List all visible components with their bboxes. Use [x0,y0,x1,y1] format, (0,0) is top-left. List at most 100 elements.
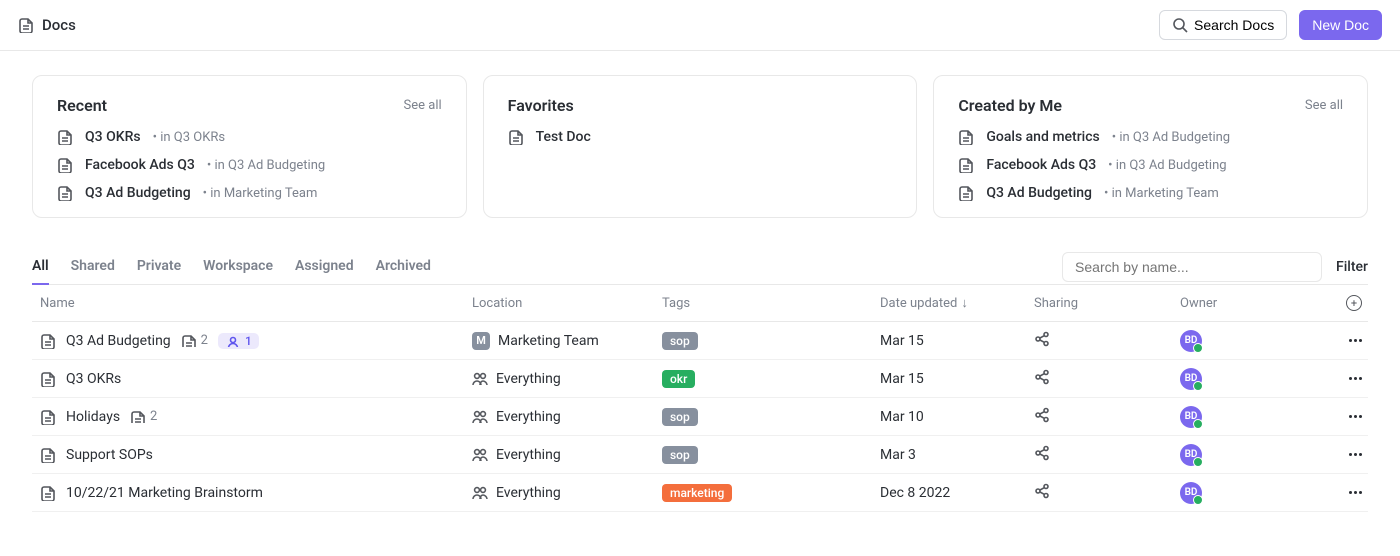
filter-button[interactable]: Filter [1336,259,1368,275]
add-column-button[interactable]: + [1346,295,1362,311]
doc-icon [40,485,56,501]
doc-name: Q3 Ad Budgeting [986,185,1092,201]
col-owner[interactable]: Owner [1180,296,1320,311]
col-sharing[interactable]: Sharing [1034,296,1180,311]
row-owner[interactable]: BD [1180,406,1320,428]
table-row[interactable]: Q3 Ad Budgeting21MMarketing TeamsopMar 1… [32,322,1368,360]
doc-item[interactable]: Q3 Ad Budgeting• in Marketing Team [57,185,442,201]
row-more-button[interactable] [1349,453,1362,456]
col-tags[interactable]: Tags [662,296,880,311]
doc-item[interactable]: Goals and metrics• in Q3 Ad Budgeting [958,129,1343,145]
tab-archived[interactable]: Archived [376,250,431,284]
doc-icon [57,129,73,145]
doc-name: Facebook Ads Q3 [85,157,195,173]
people-icon [472,409,488,425]
tab-shared[interactable]: Shared [71,250,115,284]
row-location[interactable]: Everything [472,485,662,501]
row-name: Q3 Ad Budgeting [66,333,171,349]
row-sharing[interactable] [1034,483,1180,503]
new-doc-label: New Doc [1312,17,1369,33]
doc-sub: • in Marketing Team [1104,186,1219,201]
row-more-button[interactable] [1349,339,1362,342]
avatar: BD [1180,482,1202,504]
row-owner[interactable]: BD [1180,444,1320,466]
doc-icon [40,371,56,387]
sort-desc-icon: ↓ [961,296,968,311]
col-date-updated[interactable]: Date updated↓ [880,295,1034,311]
row-owner[interactable]: BD [1180,330,1320,352]
doc-item[interactable]: Q3 Ad Budgeting • in Marketing Team [958,185,1343,201]
tag-chip[interactable]: marketing [662,484,732,502]
table-row[interactable]: Support SOPs Everythingsop Mar 3 BD [32,436,1368,474]
doc-item[interactable]: Test Doc [508,129,893,145]
favorites-card: Favorites Test Doc [483,75,918,218]
person-icon [225,335,241,347]
share-icon [1034,445,1050,461]
row-name: Support SOPs [66,447,153,463]
tag-chip[interactable]: sop [662,332,698,350]
doc-icon [958,185,974,201]
row-more-button[interactable] [1349,491,1362,494]
doc-name: Facebook Ads Q3 [986,157,1096,173]
row-sharing[interactable] [1034,331,1180,351]
doc-icon [181,334,197,347]
row-location[interactable]: Everything [472,447,662,463]
created-see-all[interactable]: See all [1305,98,1343,113]
row-sharing[interactable] [1034,445,1180,465]
row-sharing[interactable] [1034,407,1180,427]
row-owner[interactable]: BD [1180,482,1320,504]
row-date: Mar 3 [880,447,1034,463]
recent-card: Recent See all Q3 OKRs• in Q3 OKRsFacebo… [32,75,467,218]
col-location[interactable]: Location [472,296,662,311]
tag-chip[interactable]: sop [662,408,698,426]
tab-private[interactable]: Private [137,250,181,284]
row-owner[interactable]: BD [1180,368,1320,390]
new-doc-button[interactable]: New Doc [1299,10,1382,40]
contributor-badge: 1 [218,333,259,349]
search-icon [1172,17,1188,33]
search-docs-button[interactable]: Search Docs [1159,10,1287,40]
doc-icon [958,129,974,145]
favorites-title: Favorites [508,96,574,115]
search-input[interactable] [1062,252,1322,282]
page-count: 2 [130,409,157,424]
avatar: BD [1180,406,1202,428]
doc-icon [57,185,73,201]
tab-all[interactable]: All [32,250,49,284]
tab-assigned[interactable]: Assigned [295,250,354,284]
row-location[interactable]: Everything [472,371,662,387]
doc-name: Q3 OKRs [85,129,141,145]
avatar: BD [1180,368,1202,390]
tag-chip[interactable]: okr [662,370,695,388]
doc-sub: • in Q3 Ad Budgeting [207,158,325,173]
doc-icon [40,409,56,425]
tab-workspace[interactable]: Workspace [203,250,273,284]
row-date: Mar 15 [880,371,1034,387]
created-title: Created by Me [958,96,1062,115]
avatar: BD [1180,330,1202,352]
doc-icon [508,129,524,145]
recent-see-all[interactable]: See all [404,98,442,113]
share-icon [1034,483,1050,499]
doc-item[interactable]: Q3 OKRs• in Q3 OKRs [57,129,442,145]
doc-icon [40,333,56,349]
row-name: 10/22/21 Marketing Brainstorm [66,485,263,501]
tag-chip[interactable]: sop [662,446,698,464]
doc-item[interactable]: Facebook Ads Q3• in Q3 Ad Budgeting [958,157,1343,173]
table-row[interactable]: Holidays2EverythingsopMar 10BD [32,398,1368,436]
row-location[interactable]: MMarketing Team [472,332,662,350]
table-row[interactable]: Q3 OKRs Everythingokr Mar 15 BD [32,360,1368,398]
doc-sub: • in Q3 Ad Budgeting [1112,130,1230,145]
col-name[interactable]: Name [32,296,472,311]
row-location[interactable]: Everything [472,409,662,425]
doc-name: Q3 Ad Budgeting [85,185,191,201]
table-row[interactable]: 10/22/21 Marketing Brainstorm Everythingm… [32,474,1368,512]
search-docs-label: Search Docs [1194,17,1274,33]
tabs: All Shared Private Workspace Assigned Archive… [32,250,431,284]
row-name: Q3 OKRs [66,371,121,387]
doc-item[interactable]: Facebook Ads Q3 • in Q3 Ad Budgeting [57,157,442,173]
doc-icon [57,157,73,173]
row-more-button[interactable] [1349,415,1362,418]
row-sharing[interactable] [1034,369,1180,389]
row-more-button[interactable] [1349,377,1362,380]
